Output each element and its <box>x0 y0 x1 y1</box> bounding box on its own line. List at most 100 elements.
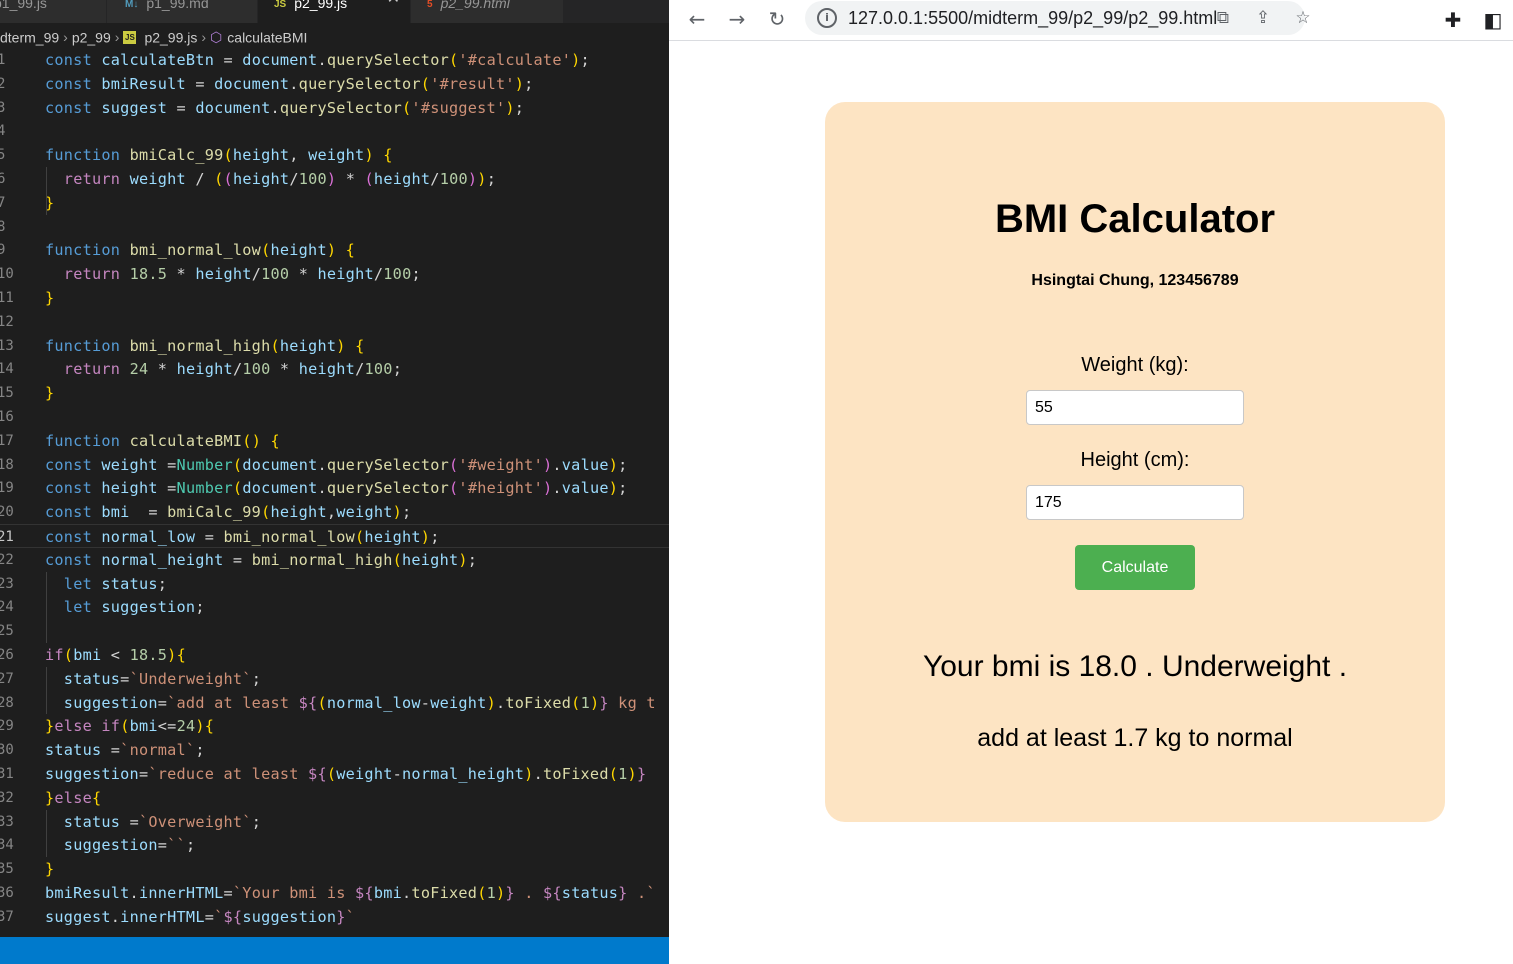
code-line[interactable]: 36 bmiResult.innerHTML=`Your bmi is ${bmi… <box>0 881 669 905</box>
code-line[interactable]: 11} <box>0 286 669 310</box>
code-text[interactable]: function bmi_normal_low(height) { <box>45 238 355 262</box>
code-text[interactable]: const normal_low = bmi_normal_low(height… <box>45 525 440 549</box>
code-line[interactable]: 3 const suggest = document.querySelector(… <box>0 96 669 120</box>
extensions-puzzle-icon[interactable]: ✚ <box>1439 6 1467 34</box>
tab-p1-99-md[interactable]: M↓ p1_99.md <box>107 0 257 23</box>
code-text[interactable]: const bmiResult = document.querySelector… <box>45 72 534 96</box>
side-panel-icon[interactable]: ◧ <box>1479 6 1507 34</box>
code-text[interactable]: return 18.5 * height/100 * height/100; <box>45 262 421 286</box>
code-line[interactable]: 37 suggest.innerHTML=`${suggestion}` <box>0 905 669 929</box>
code-line[interactable]: 13 function bmi_normal_high(height) { <box>0 334 669 358</box>
code-line[interactable]: 29}else if(bmi<=24){ <box>0 714 669 738</box>
forward-icon[interactable]: → <box>723 6 751 34</box>
code-text[interactable]: const suggest = document.querySelector('… <box>45 96 524 120</box>
code-text[interactable]: function bmi_normal_high(height) { <box>45 334 364 358</box>
code-line[interactable]: 15} <box>0 381 669 405</box>
code-text[interactable]: const bmi = bmiCalc_99(height,weight); <box>45 500 411 524</box>
translate-icon[interactable]: ⧉ <box>1211 6 1235 30</box>
close-icon[interactable]: ✕ <box>387 0 400 7</box>
code-line[interactable]: 32}else{ <box>0 786 669 810</box>
code-text[interactable]: bmiResult.innerHTML=`Your bmi is ${bmi.t… <box>45 881 656 905</box>
code-text[interactable]: if(bmi < 18.5){ <box>45 643 186 667</box>
code-text[interactable]: const calculateBtn = document.querySelec… <box>45 48 590 72</box>
code-line[interactable]: 25 <box>0 619 669 643</box>
breadcrumb-item[interactable]: calculateBMI <box>227 29 307 45</box>
url-text[interactable]: 127.0.0.1:5500/midterm_99/p2_99/p2_99.ht… <box>848 1 1217 35</box>
code-line[interactable]: 12 <box>0 310 669 334</box>
share-icon[interactable]: ⇪ <box>1251 6 1275 30</box>
code-line[interactable]: 7} <box>0 191 669 215</box>
height-input[interactable]: 175 <box>1026 485 1244 520</box>
code-line[interactable]: 22 const normal_height = bmi_normal_high(… <box>0 548 669 572</box>
code-text[interactable]: const weight =Number(document.querySelec… <box>45 453 628 477</box>
code-text[interactable]: const height =Number(document.querySelec… <box>45 476 628 500</box>
code-text[interactable]: suggestion=`reduce at least ${(weight-no… <box>45 762 646 786</box>
code-line[interactable]: 9 function bmi_normal_low(height) { <box>0 238 669 262</box>
code-line[interactable]: 19 const height =Number(document.querySel… <box>0 476 669 500</box>
indent-guide <box>46 167 47 215</box>
code-editor[interactable]: p1_99.js M↓ p1_99.md JS p2_99.js ✕ 5 p2_99.… <box>0 0 669 964</box>
code-line[interactable]: 18 const weight =Number(document.querySel… <box>0 453 669 477</box>
code-text[interactable]: suggestion=``; <box>45 833 195 857</box>
code-line[interactable]: 35} <box>0 857 669 881</box>
code-line[interactable]: 2 const bmiResult = document.querySelecto… <box>0 72 669 96</box>
code-text[interactable]: status=`Underweight`; <box>45 667 261 691</box>
code-line[interactable]: 4 <box>0 119 669 143</box>
code-line[interactable]: 33 status =`Overweight`; <box>0 810 669 834</box>
weight-input[interactable]: 55 <box>1026 390 1244 425</box>
height-label: Height (cm): <box>1080 449 1190 471</box>
code-text[interactable]: let status; <box>45 572 167 596</box>
tab-p2-99-html[interactable]: 5 p2_99.html <box>411 0 563 23</box>
line-number: 9 <box>0 242 6 259</box>
reload-icon[interactable]: ↻ <box>763 6 791 34</box>
code-text[interactable]: let suggestion; <box>45 595 205 619</box>
code-text[interactable]: } <box>45 286 54 310</box>
code-line[interactable]: 17 function calculateBMI() { <box>0 429 669 453</box>
line-number: 19 <box>0 480 14 497</box>
code-text[interactable]: const normal_height = bmi_normal_high(he… <box>45 548 477 572</box>
breadcrumb-item[interactable]: p2_99 <box>72 29 111 45</box>
calculate-button[interactable]: Calculate <box>1075 545 1195 590</box>
code-line[interactable]: 30 status =`normal`; <box>0 738 669 762</box>
bmi-suggestion: add at least 1.7 kg to normal <box>977 724 1293 752</box>
code-line[interactable]: 1 const calculateBtn = document.querySele… <box>0 48 669 72</box>
code-text[interactable]: status =`normal`; <box>45 738 205 762</box>
code-line[interactable]: 6 return weight / ((height/100) * (heigh… <box>0 167 669 191</box>
markdown-icon: M↓ <box>125 0 139 10</box>
tab-p1-99-js[interactable]: p1_99.js <box>0 0 106 23</box>
code-line[interactable]: 21 const normal_low = bmi_normal_low(heig… <box>0 524 669 548</box>
code-text[interactable]: }else if(bmi<=24){ <box>45 714 214 738</box>
breadcrumb-item[interactable]: dterm_99 <box>0 29 59 45</box>
code-text[interactable]: } <box>45 381 54 405</box>
code-line[interactable]: 27 status=`Underweight`; <box>0 667 669 691</box>
code-line[interactable]: 28 suggestion=`add at least ${(normal_lo… <box>0 691 669 715</box>
code-text[interactable]: function bmiCalc_99(height, weight) { <box>45 143 393 167</box>
code-line[interactable]: 23 let status; <box>0 572 669 596</box>
code-line[interactable]: 10 return 18.5 * height/100 * height/100… <box>0 262 669 286</box>
code-line[interactable]: 24 let suggestion; <box>0 595 669 619</box>
code-text[interactable]: } <box>45 857 54 881</box>
code-text[interactable]: suggest.innerHTML=`${suggestion}` <box>45 905 355 929</box>
code-line[interactable]: 5 function bmiCalc_99(height, weight) { <box>0 143 669 167</box>
tab-p2-99-js[interactable]: JS p2_99.js ✕ <box>258 0 410 23</box>
breadcrumb-item[interactable]: p2_99.js <box>144 29 197 45</box>
browser-toolbar: ← → ↻ i 127.0.0.1:5500/midterm_99/p2_99/… <box>669 0 1513 41</box>
code-text[interactable]: return weight / ((height/100) * (height/… <box>45 167 496 191</box>
code-text[interactable]: status =`Overweight`; <box>45 810 261 834</box>
code-line[interactable]: 14 return 24 * height/100 * height/100; <box>0 357 669 381</box>
code-text[interactable]: suggestion=`add at least ${(normal_low-w… <box>45 691 656 715</box>
code-line[interactable]: 31 suggestion=`reduce at least ${(weight-… <box>0 762 669 786</box>
address-bar[interactable]: i 127.0.0.1:5500/midterm_99/p2_99/p2_99.… <box>805 1 1311 35</box>
code-line[interactable]: 16 <box>0 405 669 429</box>
back-icon[interactable]: ← <box>683 6 711 34</box>
info-icon[interactable]: i <box>817 8 837 28</box>
code-line[interactable]: 20 const bmi = bmiCalc_99(height,weight); <box>0 500 669 524</box>
line-number: 11 <box>0 290 14 306</box>
code-line[interactable]: 34 suggestion=``; <box>0 833 669 857</box>
code-text[interactable]: }else{ <box>45 786 101 810</box>
code-line[interactable]: 8 <box>0 215 669 239</box>
code-line[interactable]: 26 if(bmi < 18.5){ <box>0 643 669 667</box>
bookmark-star-icon[interactable]: ☆ <box>1291 6 1315 30</box>
code-text[interactable]: function calculateBMI() { <box>45 429 280 453</box>
code-text[interactable]: return 24 * height/100 * height/100; <box>45 357 402 381</box>
